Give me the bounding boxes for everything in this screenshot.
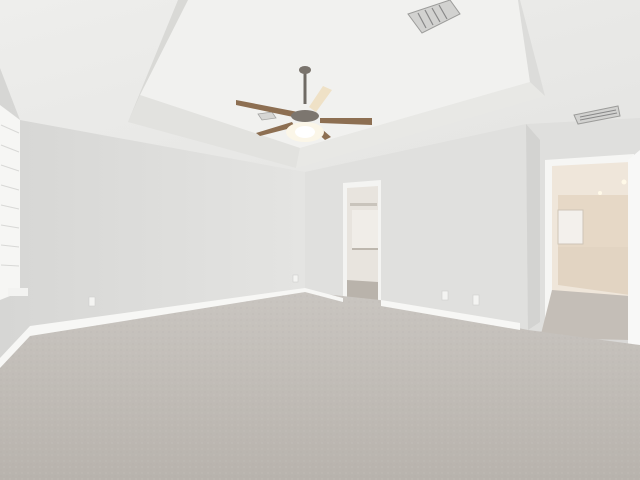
closet-doorway[interactable]	[343, 180, 381, 305]
room-photo	[0, 0, 640, 480]
hallway-doorway[interactable]	[540, 154, 634, 340]
wall-outlet	[472, 294, 480, 306]
wall-outlet	[88, 296, 96, 307]
wall-outlet	[292, 274, 299, 283]
wall-outlet	[441, 290, 449, 301]
open-door[interactable]	[628, 150, 640, 356]
